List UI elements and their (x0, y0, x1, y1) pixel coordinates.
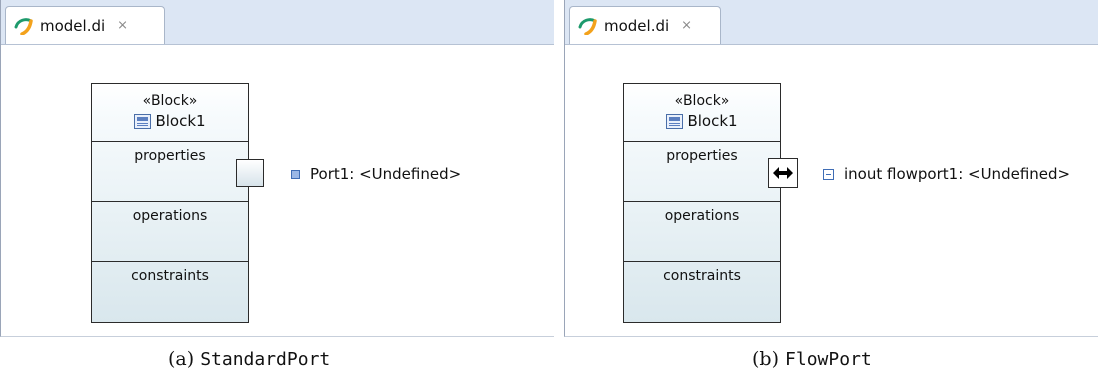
block-class-icon (134, 113, 152, 129)
caption-prefix: (a) (168, 348, 195, 370)
compartment-properties[interactable]: properties (92, 142, 248, 202)
papyrus-logo-icon (578, 17, 598, 35)
block-header: «Block» Block1 (624, 84, 780, 142)
flow-port[interactable] (768, 158, 798, 188)
tab-label: model.di (40, 16, 106, 35)
editor-tab-model-di[interactable]: model.di ⨯ (569, 6, 721, 44)
editor-tab-model-di[interactable]: model.di ⨯ (5, 6, 165, 44)
papyrus-logo-icon (14, 17, 34, 35)
flow-port-icon (823, 168, 834, 180)
editor-tab-bar: model.di ⨯ (565, 0, 1098, 45)
compartment-properties[interactable]: properties (624, 142, 780, 202)
sysml-block[interactable]: «Block» Block1 properties operations con… (91, 83, 249, 323)
editor-tab-bar: model.di ⨯ (1, 0, 554, 45)
block-name: Block1 (155, 112, 206, 130)
flow-port-arrow-icon (773, 167, 793, 179)
block-stereotype: «Block» (674, 93, 730, 109)
compartment-operations[interactable]: operations (624, 202, 780, 262)
caption-b: (b) FlowPort (752, 348, 872, 370)
editor-panel-flow-port: model.di ⨯ «Block» Block1 properties ope… (564, 0, 1098, 337)
compartment-operations[interactable]: operations (92, 202, 248, 262)
block-header: «Block» Block1 (92, 84, 248, 142)
editor-panel-standard-port: model.di ⨯ «Block» Block1 properties ope… (0, 0, 554, 337)
port-label-text: inout flowport1: <Undefined> (844, 165, 1071, 183)
diagram-canvas[interactable]: «Block» Block1 properties operations con… (565, 45, 1098, 336)
compartment-constraints[interactable]: constraints (92, 262, 248, 322)
port-label[interactable]: Port1: <Undefined> (291, 165, 461, 183)
block-class-icon (666, 113, 684, 129)
caption-prefix: (b) (752, 348, 779, 370)
tab-label: model.di (604, 16, 670, 35)
standard-port[interactable] (236, 159, 264, 187)
caption-a: (a) StandardPort (168, 348, 330, 370)
sysml-block[interactable]: «Block» Block1 properties operations con… (623, 83, 781, 323)
port-label-text: Port1: <Undefined> (310, 165, 462, 183)
close-tab-icon[interactable]: ⨯ (681, 18, 692, 33)
block-name: Block1 (687, 112, 738, 130)
diagram-canvas[interactable]: «Block» Block1 properties operations con… (1, 45, 554, 336)
port-label[interactable]: inout flowport1: <Undefined> (823, 165, 1070, 183)
caption-name: FlowPort (785, 349, 872, 370)
port-square-icon (291, 169, 300, 179)
caption-name: StandardPort (200, 349, 331, 370)
block-stereotype: «Block» (142, 93, 198, 109)
close-tab-icon[interactable]: ⨯ (117, 18, 128, 33)
compartment-constraints[interactable]: constraints (624, 262, 780, 322)
